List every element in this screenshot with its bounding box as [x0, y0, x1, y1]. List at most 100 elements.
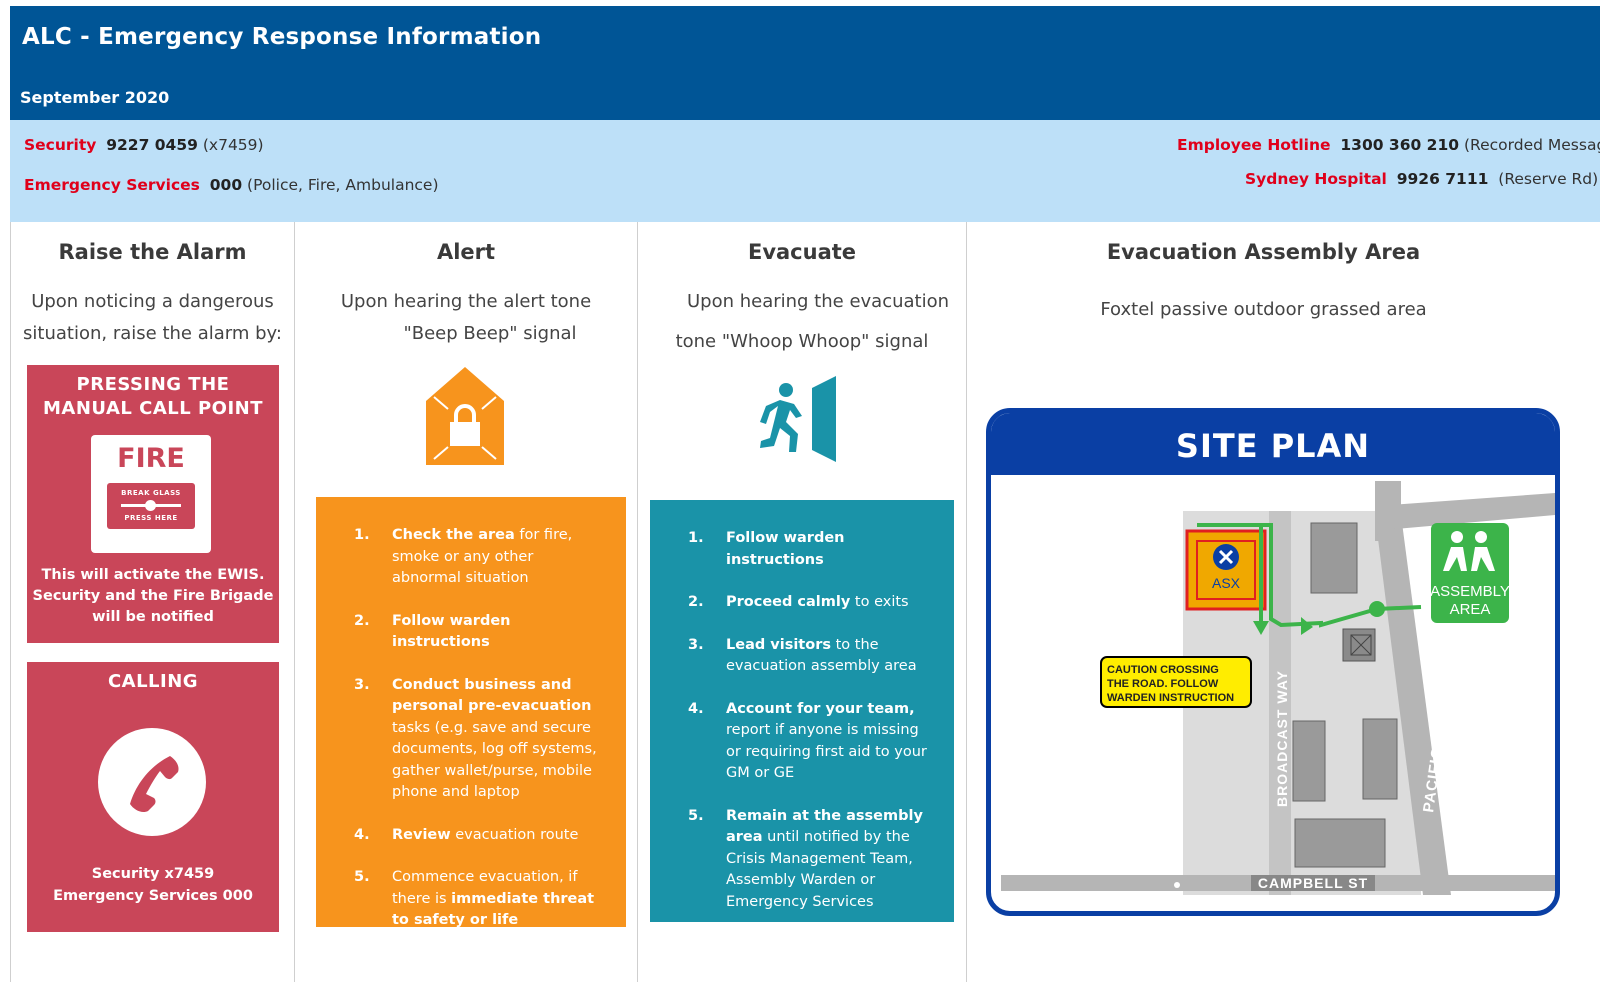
step-number: 1. [688, 530, 704, 546]
glass-dot-icon [145, 500, 156, 511]
card-caption-line1: PRESSING THE [76, 374, 230, 395]
contact-number: 000 [209, 176, 243, 194]
step-emphasis: Conduct business and personal pre-evacua… [392, 676, 592, 715]
contact-number: 9926 7111 [1396, 170, 1489, 188]
contacts-bar: Security 9227 0459 (x7459) Emergency Ser… [10, 120, 1600, 222]
building [1294, 818, 1386, 868]
step-emphasis: Proceed calmly [726, 594, 851, 610]
contact-note: (Reserve Rd) [1498, 170, 1599, 188]
step-emphasis: Account for your team, [726, 700, 915, 717]
alarm-lock-icon [426, 367, 504, 465]
column-text-line1: Upon hearing the alert tone [340, 291, 592, 312]
street-label-campbell: CAMPBELL ST [1258, 875, 1368, 891]
page-date: September 2020 [20, 88, 170, 107]
contact-security: Security 9227 0459 (x7459) [24, 136, 264, 154]
step-emphasis: Lead visitors [726, 636, 831, 653]
phone-icon [98, 728, 206, 836]
caution-line1: CAUTION CROSSING [1107, 664, 1219, 676]
column-heading: Evacuation Assembly Area [1106, 240, 1421, 264]
list-item: 5. Remain at the assembly area until noti… [688, 806, 938, 914]
list-item: 3. Conduct business and personal pre-evac… [354, 675, 606, 804]
running-exit-icon [758, 376, 840, 462]
column-raise-alarm: Raise the Alarm Upon noticing a dangerou… [10, 222, 294, 982]
list-item: 3. Lead visitors to the evacuation assemb… [688, 635, 938, 678]
column-heading: Evacuate [747, 240, 857, 264]
card-caption-line2: MANUAL CALL POINT [42, 398, 264, 419]
list-item: 4. Account for your team, report if anyon… [688, 699, 938, 785]
fire-call-point-icon: FIRE BREAK GLASS PRESS HERE [91, 435, 211, 553]
column-text-line2: tone "Whoop Whoop" signal [675, 331, 929, 352]
evacuate-steps-list: 1. Follow warden instructions 2. Proceed ca… [688, 528, 938, 913]
step-number: 2. [354, 612, 370, 629]
card-footer-line1: Security x7459 [91, 866, 215, 882]
street-label-broadcast: BROADCAST WAY [1274, 670, 1290, 807]
list-item: 1. Follow warden instructions [688, 528, 938, 571]
step-emphasis: Review [392, 826, 451, 843]
step-number: 1. [354, 527, 370, 543]
assembly-sign-line1: ASSEMBLY [1430, 583, 1510, 600]
card-footer-line2: Security and the Fire Brigade [32, 588, 274, 604]
column-text-line2: "Beep Beep" signal [403, 323, 577, 344]
column-text-line2: situation, raise the alarm by: [23, 323, 282, 344]
step-number: 2. [688, 594, 704, 610]
list-item: 5. Commence evacuation, if there is immed… [354, 867, 606, 932]
assembly-sign-line2: AREA [1450, 601, 1491, 618]
break-glass-panel: BREAK GLASS PRESS HERE [107, 483, 195, 529]
list-item: 1. Check the area for fire, smoke or any … [354, 525, 606, 590]
step-emphasis: Check the area [392, 527, 515, 543]
asx-label: ASX [1212, 575, 1241, 591]
fire-label: FIRE [117, 443, 185, 474]
contact-note: (Police, Fire, Ambulance) [247, 176, 439, 194]
card-footer-line2: Emergency Services 000 [53, 888, 253, 904]
column-alert: Alert Upon hearing the alert tone "Beep … [294, 222, 637, 982]
calling-card: CALLING Security x7459 Emergency Service… [27, 662, 279, 932]
evacuate-steps-box: 1. Follow warden instructions 2. Proceed ca… [650, 500, 954, 922]
contact-number: 9227 0459 [106, 136, 198, 154]
card-caption: CALLING [107, 671, 199, 692]
building [1292, 720, 1326, 802]
step-text: evacuation route [450, 826, 579, 843]
site-plan-drawing: ASX ASSEMBLY AREA CAUTION CROSSING THE R… [1001, 481, 1555, 895]
contact-label: Emergency Services [24, 176, 200, 194]
site-plan-map: SITE PLAN ASX ASSEMBLY AREA CAUTION CROS… [986, 408, 1560, 916]
manual-call-point-card: PRESSING THE MANUAL CALL POINT FIRE BREA… [27, 365, 279, 643]
column-text-line1: Upon noticing a dangerous [31, 291, 274, 312]
list-item: 2. Proceed calmly to exits [688, 592, 938, 614]
alert-steps-list: 1. Check the area for fire, smoke or any … [354, 525, 606, 932]
contact-note: (Recorded Message [1463, 136, 1600, 154]
contact-label: Employee Hotline [1177, 136, 1331, 154]
column-heading: Raise the Alarm [58, 240, 247, 264]
step-text: report if anyone is missing or requiring… [726, 722, 927, 781]
step-number: 3. [688, 636, 704, 653]
alert-steps-box: 1. Check the area for fire, smoke or any … [316, 497, 626, 928]
page-title: ALC - Emergency Response Information [22, 24, 542, 50]
building [1342, 628, 1376, 662]
page-header: ALC - Emergency Response Information Sep… [10, 6, 1600, 120]
contact-label: Sydney Hospital [1245, 170, 1387, 188]
list-item: 4. Review evacuation route [354, 825, 606, 847]
caution-line3: WARDEN INSTRUCTION [1107, 692, 1234, 704]
step-emphasis: Follow warden instructions [392, 612, 511, 651]
contact-label: Security [24, 136, 97, 154]
contact-number: 1300 360 210 [1340, 136, 1460, 154]
step-emphasis: Follow warden instructions [726, 530, 845, 568]
step-number: 5. [688, 807, 704, 824]
step-number: 3. [354, 676, 370, 693]
step-text: to exits [850, 594, 909, 610]
press-here-text: PRESS HERE [124, 514, 178, 522]
step-number: 4. [354, 826, 370, 843]
step-number: 5. [354, 869, 370, 885]
step-text: tasks (e.g. save and secure documents, l… [392, 719, 597, 801]
site-plan-title: SITE PLAN [991, 413, 1555, 475]
column-text: Foxtel passive outdoor grassed area [1100, 299, 1427, 320]
contact-hotline: Employee Hotline 1300 360 210 (Recorded … [1177, 136, 1600, 154]
building [1310, 522, 1358, 594]
building [1362, 718, 1398, 800]
step-number: 4. [688, 700, 704, 717]
card-footer-line1: This will activate the EWIS. [41, 567, 265, 583]
list-item: 2. Follow warden instructions [354, 611, 606, 654]
caution-line2: THE ROAD. FOLLOW [1107, 678, 1219, 690]
column-text-line1: Upon hearing the evacuation [686, 291, 950, 312]
contact-hospital: Sydney Hospital 9926 7111 (Reserve Rd) [1245, 170, 1598, 188]
column-heading: Alert [436, 240, 496, 264]
